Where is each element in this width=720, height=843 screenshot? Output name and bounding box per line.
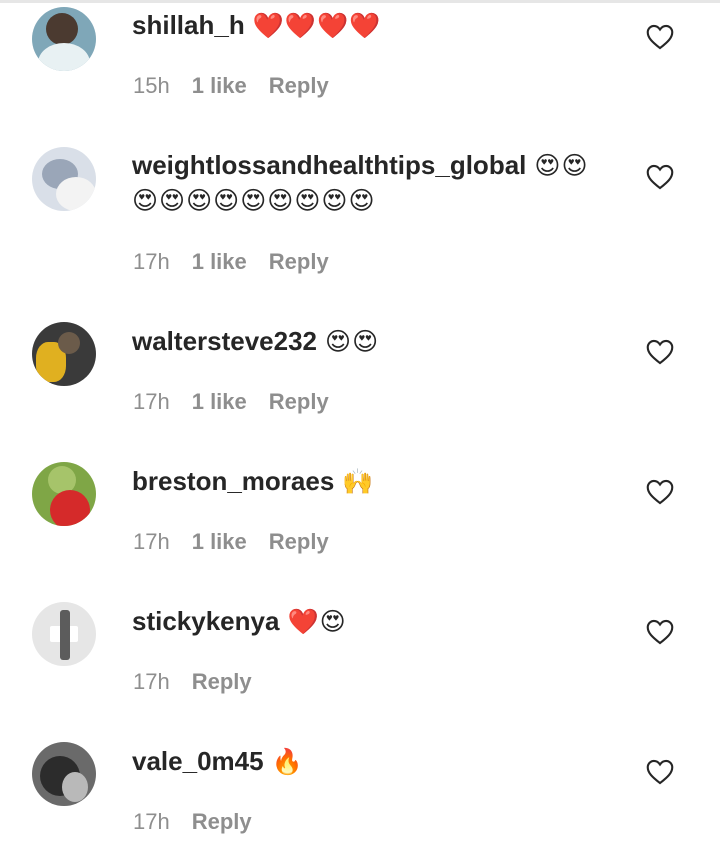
comment-text: 🙌 bbox=[342, 467, 375, 496]
avatar[interactable] bbox=[32, 7, 96, 71]
comment-text: ❤️❤️❤️❤️ bbox=[252, 11, 382, 40]
like-heart-icon[interactable] bbox=[646, 24, 674, 50]
reply-button[interactable]: Reply bbox=[192, 809, 252, 834]
avatar[interactable] bbox=[32, 742, 96, 806]
comment-meta: 17h Reply bbox=[133, 669, 274, 695]
username-link[interactable]: shillah_h bbox=[132, 10, 245, 40]
comment-line: weightlossandhealthtips_global 😍😍 bbox=[132, 148, 589, 183]
avatar[interactable] bbox=[32, 462, 96, 526]
username-link[interactable]: vale_0m45 bbox=[132, 746, 264, 776]
like-heart-icon[interactable] bbox=[646, 479, 674, 505]
timestamp: 17h bbox=[133, 809, 170, 834]
avatar[interactable] bbox=[32, 322, 96, 386]
reply-button[interactable]: Reply bbox=[269, 529, 329, 554]
comment-line: stickykenya ❤️😍 bbox=[132, 604, 347, 639]
like-heart-icon[interactable] bbox=[646, 619, 674, 645]
comment-line: vale_0m45 🔥 bbox=[132, 744, 304, 779]
comment-meta: 15h 1 like Reply bbox=[133, 73, 351, 99]
comment-text: 🔥 bbox=[271, 747, 304, 776]
reply-button[interactable]: Reply bbox=[269, 249, 329, 274]
likes-count[interactable]: 1 like bbox=[192, 73, 247, 98]
reply-button[interactable]: Reply bbox=[269, 73, 329, 98]
timestamp: 15h bbox=[133, 73, 170, 98]
comment-text: ❤️😍 bbox=[287, 607, 347, 636]
like-heart-icon[interactable] bbox=[646, 339, 674, 365]
likes-count[interactable]: 1 like bbox=[192, 529, 247, 554]
username-link[interactable]: stickykenya bbox=[132, 606, 279, 636]
comment-meta: 17h 1 like Reply bbox=[133, 529, 351, 555]
likes-count[interactable]: 1 like bbox=[192, 389, 247, 414]
comment-text: 😍😍 bbox=[325, 327, 380, 356]
username-link[interactable]: waltersteve232 bbox=[132, 326, 317, 356]
comment-line: breston_moraes 🙌 bbox=[132, 464, 374, 499]
top-divider bbox=[0, 0, 720, 3]
avatar[interactable] bbox=[32, 147, 96, 211]
username-link[interactable]: breston_moraes bbox=[132, 466, 334, 496]
timestamp: 17h bbox=[133, 249, 170, 274]
timestamp: 17h bbox=[133, 389, 170, 414]
likes-count[interactable]: 1 like bbox=[192, 249, 247, 274]
comment-text-continued: 😍😍😍😍😍😍😍😍😍 bbox=[132, 186, 376, 215]
reply-button[interactable]: Reply bbox=[269, 389, 329, 414]
timestamp: 17h bbox=[133, 529, 170, 554]
timestamp: 17h bbox=[133, 669, 170, 694]
comment-meta: 17h 1 like Reply bbox=[133, 249, 351, 275]
comment-text: 😍😍 bbox=[534, 151, 589, 180]
like-heart-icon[interactable] bbox=[646, 164, 674, 190]
like-heart-icon[interactable] bbox=[646, 759, 674, 785]
reply-button[interactable]: Reply bbox=[192, 669, 252, 694]
comment-meta: 17h 1 like Reply bbox=[133, 389, 351, 415]
comment-line: waltersteve232 😍😍 bbox=[132, 324, 379, 359]
avatar[interactable] bbox=[32, 602, 96, 666]
comment-line: shillah_h ❤️❤️❤️❤️ bbox=[132, 8, 381, 43]
username-link[interactable]: weightlossandhealthtips_global bbox=[132, 150, 526, 180]
comment-meta: 17h Reply bbox=[133, 809, 274, 835]
